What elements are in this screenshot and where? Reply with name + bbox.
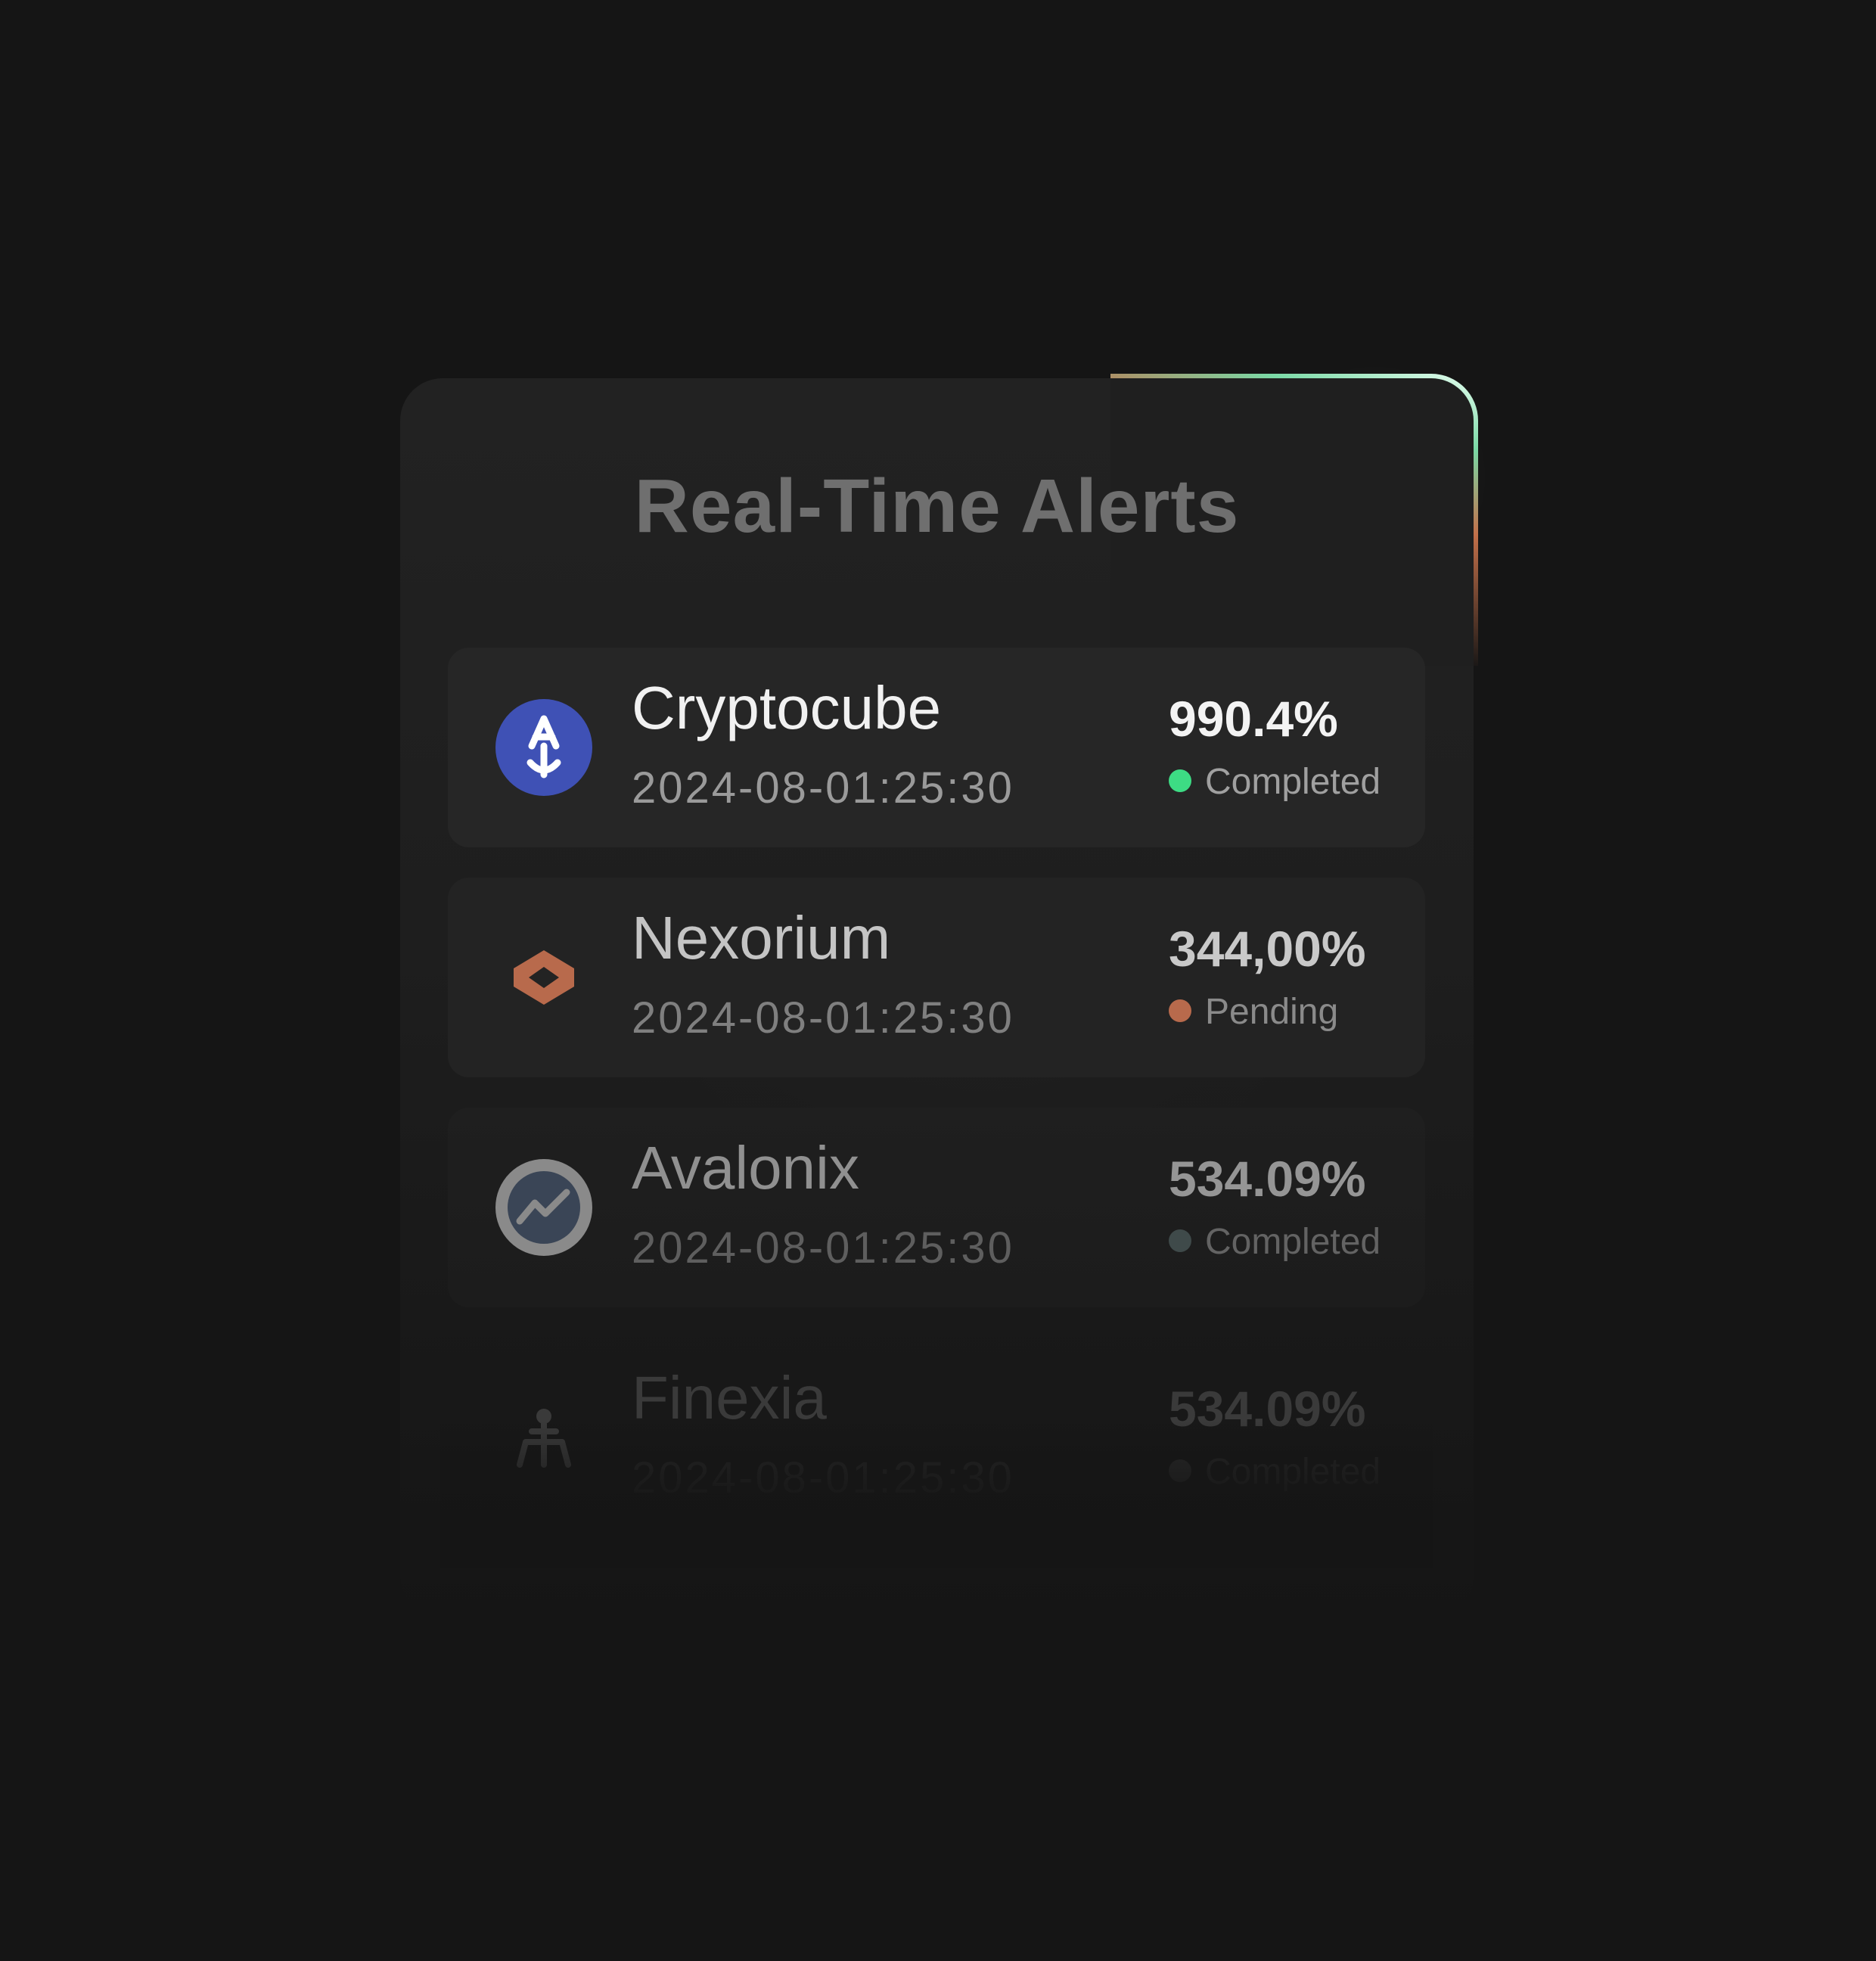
- status-badge: Completed: [1169, 1451, 1381, 1493]
- status-badge: Completed: [1169, 1221, 1381, 1263]
- alert-name: Nexorium: [632, 904, 891, 971]
- alert-timestamp: 2024-08-01:25:30: [632, 1223, 1014, 1273]
- alert-percent: 534.09%: [1169, 1381, 1366, 1437]
- status-dot: [1169, 769, 1191, 793]
- alert-timestamp: 2024-08-01:25:30: [632, 763, 1014, 813]
- status-dot: [1169, 1229, 1191, 1253]
- status-label: Completed: [1205, 1452, 1381, 1492]
- alert-row-avalonix[interactable]: Avalonix 2024-08-01:25:30 534.09% Comple…: [448, 1108, 1425, 1307]
- alert-name: Finexia: [632, 1364, 827, 1431]
- alerts-panel: Real-Time Alerts Cryptocube 2024-08-01:2…: [400, 363, 1489, 1619]
- cryptocube-anchor-icon: [495, 699, 592, 796]
- alert-timestamp: 2024-08-01:25:30: [632, 1453, 1014, 1503]
- status-label: Completed: [1205, 1222, 1381, 1262]
- alert-row-cryptocube[interactable]: Cryptocube 2024-08-01:25:30 990.4% Compl…: [448, 648, 1425, 847]
- avalonix-trend-icon: [495, 1159, 592, 1256]
- status-label: Pending: [1205, 992, 1339, 1032]
- alert-name: Cryptocube: [632, 674, 942, 741]
- alert-percent: 990.4%: [1169, 691, 1338, 747]
- status-label: Completed: [1205, 762, 1381, 802]
- status-badge: Completed: [1169, 761, 1381, 803]
- alert-name: Avalonix: [632, 1134, 859, 1201]
- alert-percent: 344,00%: [1169, 921, 1366, 977]
- finexia-tree-icon: [517, 1409, 571, 1468]
- alert-percent: 534.09%: [1169, 1151, 1366, 1207]
- alert-row-finexia[interactable]: Finexia 2024-08-01:25:30 534.09% Complet…: [440, 1338, 1433, 1568]
- alert-row-nexorium[interactable]: Nexorium 2024-08-01:25:30 344,00% Pendin…: [448, 878, 1425, 1077]
- nexorium-hexagon-icon: [514, 950, 574, 1005]
- alert-timestamp: 2024-08-01:25:30: [632, 993, 1014, 1043]
- panel-title: Real-Time Alerts: [634, 464, 1240, 549]
- background: Real-Time Alerts Cryptocube 2024-08-01:2…: [0, 0, 1876, 1961]
- status-dot: [1169, 999, 1191, 1023]
- status-dot: [1169, 1459, 1191, 1483]
- status-badge: Pending: [1169, 991, 1338, 1033]
